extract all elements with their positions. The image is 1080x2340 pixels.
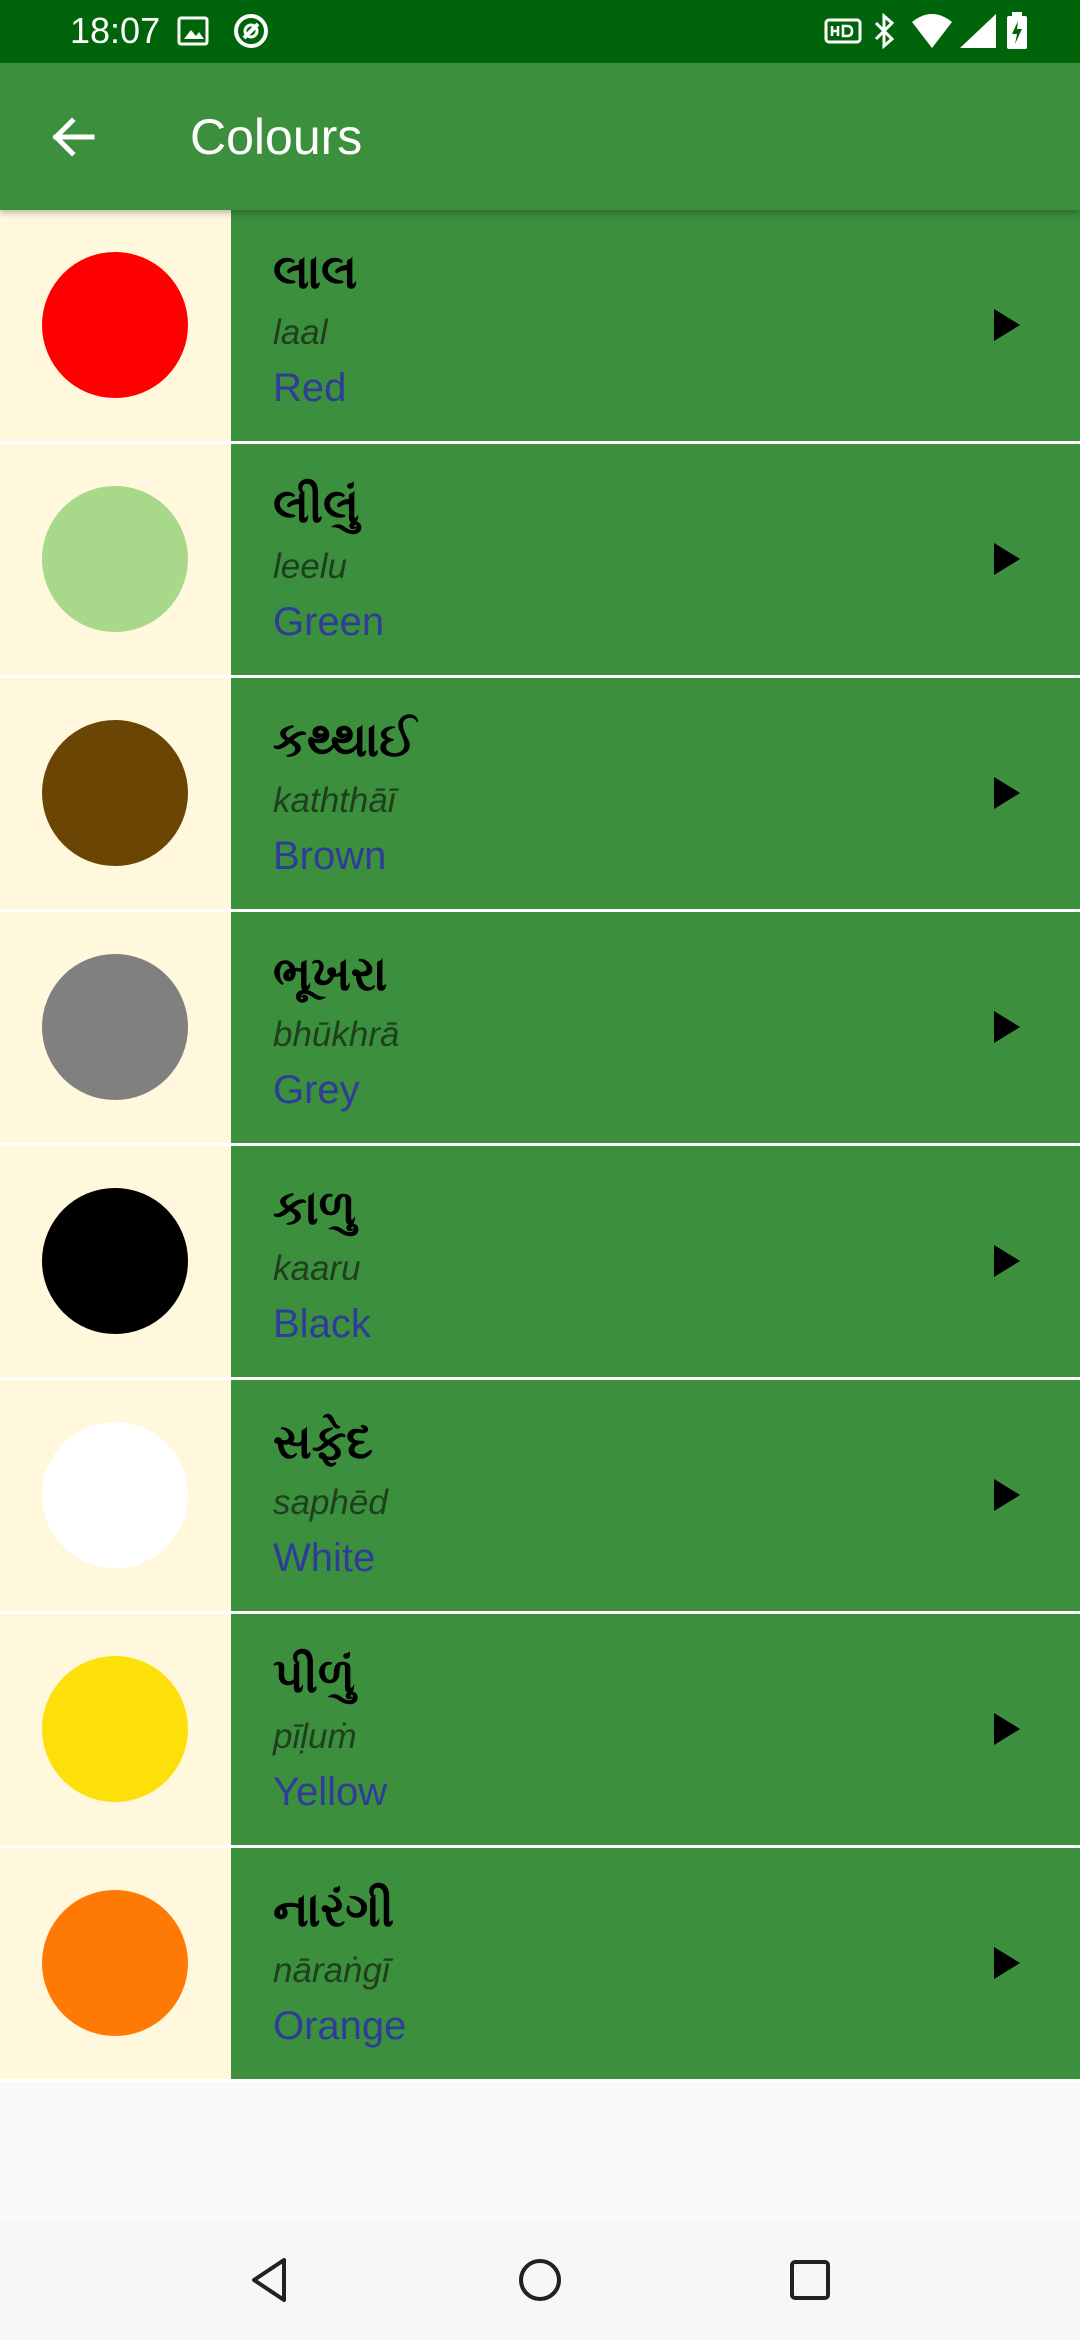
english-word: Red bbox=[273, 366, 347, 410]
transliteration: bhūkhrā bbox=[273, 1015, 400, 1054]
colour-swatch bbox=[42, 252, 188, 398]
english-word: Grey bbox=[273, 1068, 360, 1112]
english-word: Green bbox=[273, 600, 385, 644]
colour-swatch bbox=[42, 1890, 188, 2036]
english-word: White bbox=[273, 1536, 376, 1580]
transliteration: kaththāī bbox=[273, 781, 396, 820]
back-arrow-icon[interactable] bbox=[36, 99, 112, 175]
swatch-box bbox=[0, 444, 231, 675]
swatch-box bbox=[0, 210, 231, 441]
image-icon bbox=[177, 16, 209, 46]
colour-row-red[interactable]: લાલ laal Red bbox=[0, 210, 1080, 444]
page-title: Colours bbox=[190, 109, 363, 165]
play-icon[interactable] bbox=[982, 303, 1026, 347]
colour-swatch bbox=[42, 486, 188, 632]
bluetooth-icon bbox=[874, 12, 895, 50]
colour-row-yellow[interactable]: પીળું pīḷuṁ Yellow bbox=[0, 1614, 1080, 1848]
swatch-box bbox=[0, 1146, 231, 1377]
play-icon[interactable] bbox=[982, 1707, 1026, 1751]
nav-back-icon[interactable] bbox=[240, 2250, 300, 2310]
english-word: Orange bbox=[273, 2004, 407, 2048]
transliteration: saphēd bbox=[273, 1483, 388, 1522]
app-bar: Colours bbox=[0, 63, 1080, 210]
colour-swatch bbox=[42, 954, 188, 1100]
battery-icon bbox=[1007, 12, 1027, 49]
play-icon[interactable] bbox=[982, 1005, 1026, 1049]
sync-icon bbox=[234, 14, 268, 48]
nav-home-icon[interactable] bbox=[510, 2250, 570, 2310]
colour-swatch bbox=[42, 1422, 188, 1568]
transliteration: kaaru bbox=[273, 1249, 361, 1288]
colour-row-orange[interactable]: નારંગી nāraṅgī Orange bbox=[0, 1848, 1080, 2082]
status-time: 18:07 bbox=[70, 10, 161, 51]
gujarati-word: લાલ bbox=[273, 244, 358, 300]
english-word: Black bbox=[273, 1302, 371, 1346]
nav-recents-icon[interactable] bbox=[780, 2250, 840, 2310]
colour-row-grey[interactable]: ભૂખરા bhūkhrā Grey bbox=[0, 912, 1080, 1146]
transliteration: laal bbox=[273, 313, 328, 352]
colour-swatch bbox=[42, 720, 188, 866]
transliteration: nāraṅgī bbox=[273, 1951, 390, 1990]
swatch-box bbox=[0, 1380, 231, 1611]
colour-swatch bbox=[42, 1656, 188, 1802]
gujarati-word: પીળું bbox=[273, 1648, 356, 1704]
system-nav-bar bbox=[0, 2220, 1080, 2340]
play-icon[interactable] bbox=[982, 771, 1026, 815]
english-word: Brown bbox=[273, 834, 387, 878]
signal-icon bbox=[960, 14, 996, 48]
status-bar: 18:07 bbox=[0, 0, 1080, 63]
play-icon[interactable] bbox=[982, 1239, 1026, 1283]
colour-row-green[interactable]: લીલું leelu Green bbox=[0, 444, 1080, 678]
gujarati-word: કાળુ bbox=[273, 1180, 357, 1236]
gujarati-word: સફેદ bbox=[273, 1414, 373, 1470]
colour-row-brown[interactable]: કથ્થાઈ kaththāī Brown bbox=[0, 678, 1080, 912]
transliteration: pīḷuṁ bbox=[273, 1717, 357, 1756]
play-icon[interactable] bbox=[982, 1473, 1026, 1517]
colour-swatch bbox=[42, 1188, 188, 1334]
colour-list: લાલ laal Red લીલું leelu Green કથ્થાઈ ka… bbox=[0, 210, 1080, 2082]
play-icon[interactable] bbox=[982, 537, 1026, 581]
swatch-box bbox=[0, 1848, 231, 2079]
gujarati-word: કથ્થાઈ bbox=[273, 712, 417, 768]
gujarati-word: નારંગી bbox=[273, 1882, 395, 1938]
swatch-box bbox=[0, 678, 231, 909]
colour-row-black[interactable]: કાળુ kaaru Black bbox=[0, 1146, 1080, 1380]
wifi-icon bbox=[912, 14, 952, 48]
gujarati-word: ભૂખરા bbox=[273, 946, 388, 1002]
transliteration: leelu bbox=[273, 547, 347, 586]
gujarati-word: લીલું bbox=[273, 478, 360, 534]
hd-icon bbox=[824, 18, 862, 44]
swatch-box bbox=[0, 912, 231, 1143]
play-icon[interactable] bbox=[982, 1941, 1026, 1985]
english-word: Yellow bbox=[273, 1770, 388, 1814]
swatch-box bbox=[0, 1614, 231, 1845]
colour-row-white[interactable]: સફેદ saphēd White bbox=[0, 1380, 1080, 1614]
